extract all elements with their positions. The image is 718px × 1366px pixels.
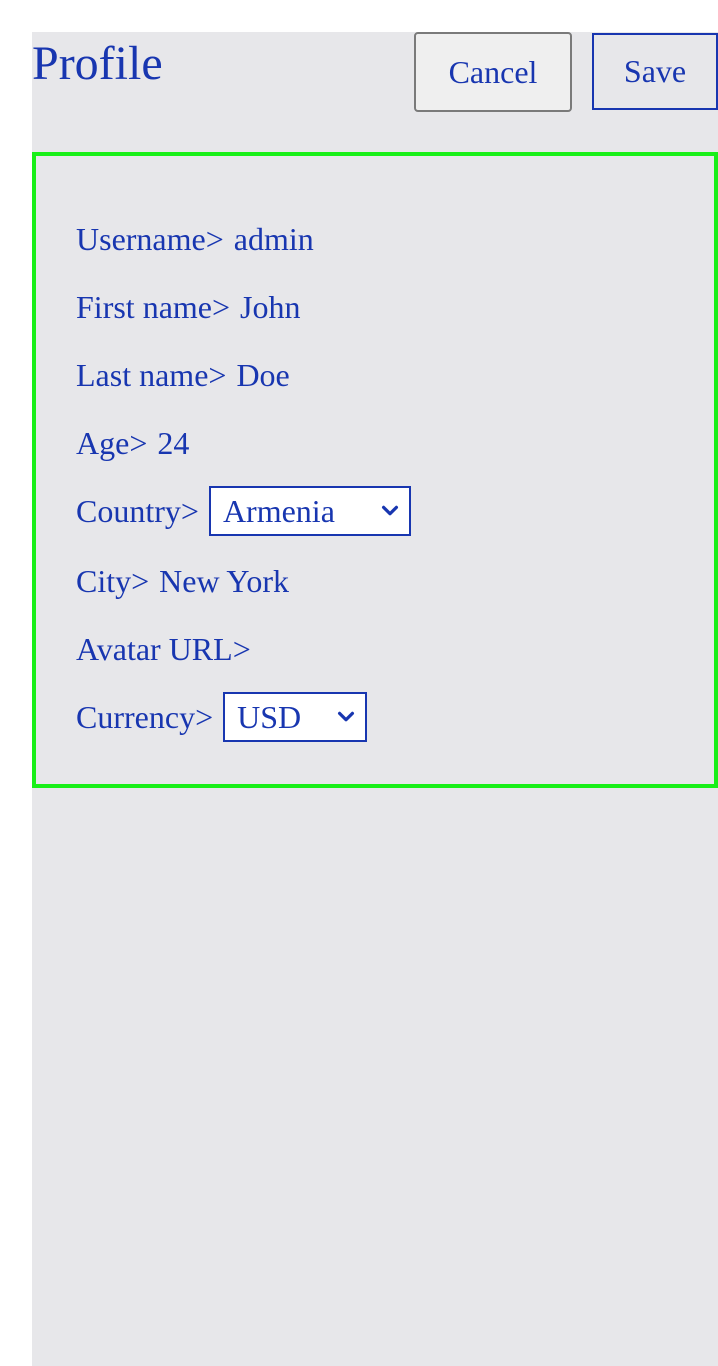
first-name-value: John [240, 289, 301, 325]
age-label: Age> [76, 425, 148, 461]
page-title: Profile [32, 37, 163, 90]
first-name-label: First name> [76, 289, 231, 325]
avatar-url-row: Avatar URL> [76, 629, 261, 669]
currency-label: Currency> [76, 699, 214, 735]
avatar-url-label: Avatar URL> [76, 631, 251, 667]
currency-select-value: USD [237, 699, 302, 735]
save-button[interactable]: Save [592, 33, 718, 110]
last-name-row: Last name> Doe [76, 355, 290, 395]
username-row: Username> admin [76, 219, 314, 259]
username-label: Username> [76, 221, 224, 257]
country-select[interactable]: Armenia [208, 486, 411, 536]
cancel-button[interactable]: Cancel [414, 32, 572, 112]
last-name-label: Last name> [76, 357, 227, 393]
age-row: Age> 24 [76, 423, 189, 463]
country-label: Country> [76, 493, 199, 529]
city-value: New York [159, 563, 289, 599]
age-value: 24 [157, 425, 190, 461]
chevron-down-icon [338, 711, 355, 722]
profile-page: Profile Cancel Save Username> admin Firs… [32, 32, 718, 1366]
country-select-value: Armenia [222, 493, 335, 529]
city-label: City> [76, 563, 150, 599]
chevron-down-icon [381, 505, 398, 516]
currency-row: Currency> USD [76, 692, 368, 742]
first-name-row: First name> John [76, 287, 300, 327]
username-value: admin [233, 221, 314, 257]
city-row: City> New York [76, 561, 289, 601]
country-row: Country> Armenia [76, 486, 411, 536]
currency-select[interactable]: USD [223, 692, 368, 742]
profile-form-panel: Username> admin First name> John Last na… [32, 152, 718, 788]
last-name-value: Doe [236, 357, 290, 393]
